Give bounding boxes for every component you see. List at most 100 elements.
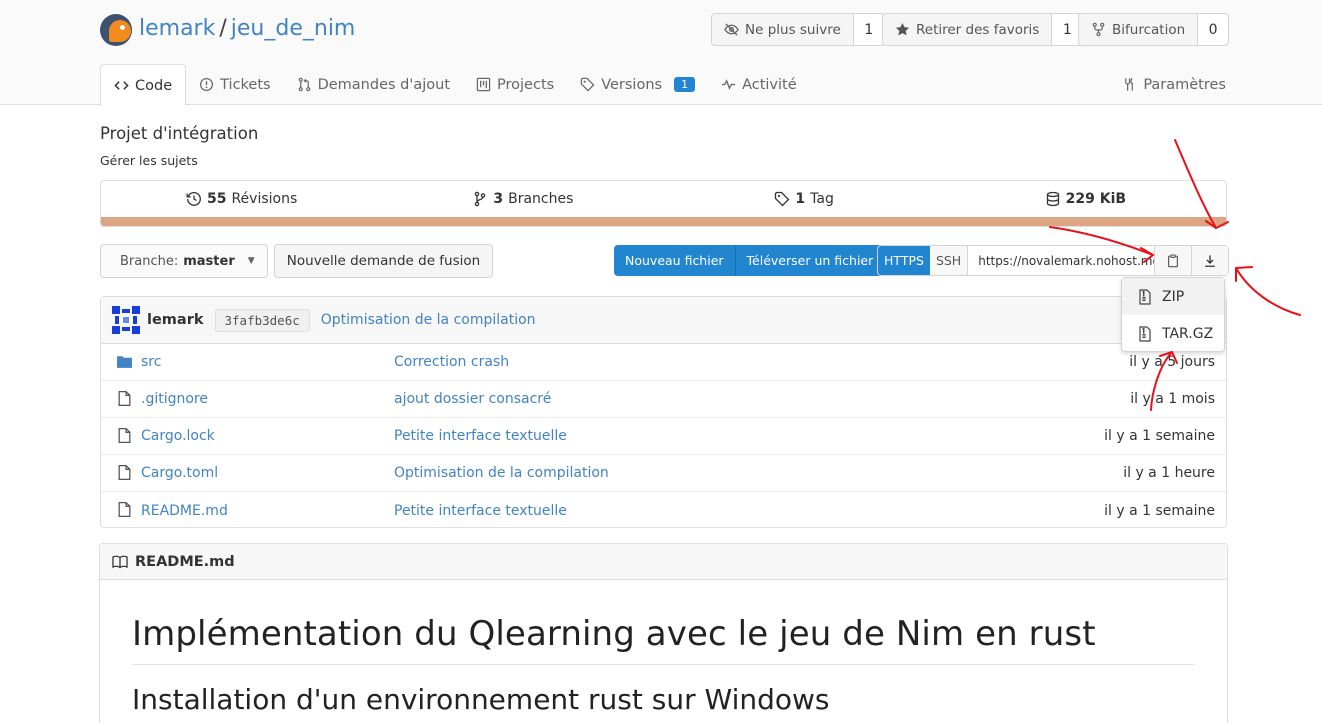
history-icon [186, 192, 201, 206]
tools-icon [1125, 77, 1134, 91]
file-name-link[interactable]: .gitignore [141, 391, 208, 407]
tab-code[interactable]: Code [100, 64, 187, 106]
folder-icon [117, 356, 132, 368]
file-commit-link[interactable]: Petite interface textuelle [394, 428, 567, 444]
issue-icon [200, 77, 214, 92]
table-row: .gitignore ajout dossier consacré il y a… [101, 381, 1226, 418]
fork-label: Bifurcation [1112, 21, 1186, 38]
file-actions: Nouveau fichier Téléverser un fichier [614, 245, 885, 276]
avatar[interactable] [112, 306, 140, 334]
download-icon [1205, 254, 1216, 267]
download-archive-button[interactable] [1191, 246, 1229, 275]
pull-request-icon [298, 77, 310, 92]
table-row: README.md Petite interface textuelle il … [101, 492, 1226, 529]
readme-panel: README.md Implémentation du Qlearning av… [99, 543, 1228, 723]
fork-count[interactable]: 0 [1198, 14, 1229, 45]
upload-file-button[interactable]: Téléverser un fichier [734, 245, 885, 276]
annotation-arrow-download [1235, 267, 1301, 316]
file-name-link[interactable]: Cargo.toml [141, 465, 218, 481]
language-bar[interactable] [101, 217, 1226, 226]
branch-icon [475, 191, 486, 207]
table-row: Cargo.lock Petite interface textuelle il… [101, 418, 1226, 455]
file-age: il y a 1 semaine [1104, 502, 1215, 519]
watch-button-group[interactable]: Ne plus suivre 1 [711, 13, 885, 46]
file-name-link[interactable]: Cargo.lock [141, 428, 215, 444]
book-icon [112, 555, 128, 568]
file-age: il y a 1 heure [1123, 465, 1215, 481]
latest-commit-row: lemark 3fafb3de6c Optimisation de la com… [101, 297, 1226, 344]
repo-title: lemark / jeu_de_nim [139, 16, 356, 41]
file-age: il y a 1 semaine [1104, 428, 1215, 444]
tab-versions[interactable]: Versions 1 [567, 64, 708, 105]
fork-button[interactable]: Bifurcation [1079, 14, 1199, 45]
file-icon [118, 464, 131, 481]
file-commit-link[interactable]: Optimisation de la compilation [394, 465, 609, 481]
download-dropdown-menu: ZIP TAR.GZ [1121, 277, 1225, 352]
tab-settings[interactable]: Paramètres [1122, 64, 1226, 105]
size-stat: 229 KiB [945, 191, 1226, 207]
download-targz-item[interactable]: TAR.GZ [1122, 315, 1224, 352]
fork-button-group[interactable]: Bifurcation 0 [1078, 13, 1230, 46]
repo-stats-bar: 55 Révisions 3 Branches 1 Tag 229 KiB [100, 180, 1227, 227]
branches-stat[interactable]: 3 Branches [382, 191, 663, 207]
file-zip-icon [1139, 325, 1151, 342]
commit-message[interactable]: Optimisation de la compilation [321, 312, 536, 328]
clone-url-input[interactable]: https://novalemark.nohost.me/gitea/lemar… [968, 246, 1154, 275]
file-age: il y a 1 mois [1130, 391, 1215, 407]
eye-slash-icon [724, 23, 739, 36]
download-zip-item[interactable]: ZIP [1122, 278, 1224, 315]
tags-stat[interactable]: 1 Tag [664, 191, 945, 207]
copy-url-button[interactable] [1154, 246, 1192, 275]
clone-panel: HTTPS SSH https://novalemark.nohost.me/g… [877, 245, 1230, 276]
star-button[interactable]: Retirer des favoris [883, 14, 1053, 45]
repo-tabs: Code Tickets Demandes d'ajout Projects V… [100, 64, 810, 106]
file-name-link[interactable]: README.md [141, 503, 228, 519]
file-commit-link[interactable]: ajout dossier consacré [394, 391, 551, 407]
star-icon [895, 22, 910, 36]
clipboard-icon [1168, 254, 1179, 267]
code-icon [114, 81, 129, 90]
commit-sha[interactable]: 3fafb3de6c [214, 308, 310, 332]
branch-selector[interactable]: Branche: master ▼ [100, 244, 268, 278]
https-button[interactable]: HTTPS [878, 246, 930, 275]
file-icon [118, 501, 131, 518]
ssh-button[interactable]: SSH [929, 246, 969, 275]
project-description: Gérer les sujets [100, 153, 198, 168]
tab-pull-requests[interactable]: Demandes d'ajout [284, 64, 463, 105]
caret-down-icon: ▼ [247, 256, 255, 266]
repo-owner-link[interactable]: lemark [139, 16, 215, 41]
file-zip-icon [1139, 288, 1151, 305]
commits-stat[interactable]: 55 Révisions [101, 191, 382, 207]
project-icon [476, 77, 491, 92]
tag-icon [775, 191, 790, 207]
versions-count-badge: 1 [674, 77, 696, 92]
star-label: Retirer des favoris [916, 21, 1040, 38]
readme-heading-2: Installation d'un environnement rust sur… [132, 683, 830, 716]
commit-author[interactable]: lemark [147, 312, 204, 328]
repo-name-link[interactable]: jeu_de_nim [231, 16, 356, 41]
readme-header: README.md [100, 544, 1227, 580]
tag-icon [580, 77, 595, 92]
tab-activity[interactable]: Activité [708, 64, 810, 105]
file-commit-link[interactable]: Correction crash [394, 354, 509, 370]
database-icon [1046, 191, 1059, 207]
readme-heading-1: Implémentation du Qlearning avec le jeu … [132, 614, 1195, 665]
new-pull-request-button[interactable]: Nouvelle demande de fusion [274, 244, 493, 278]
file-table: lemark 3fafb3de6c Optimisation de la com… [100, 296, 1227, 528]
file-age: il y a 5 jours [1129, 354, 1215, 370]
file-name-link[interactable]: src [141, 354, 161, 370]
watch-button[interactable]: Ne plus suivre [712, 14, 854, 45]
file-icon [118, 390, 131, 407]
tab-projects[interactable]: Projects [463, 64, 567, 105]
pulse-icon [722, 79, 736, 90]
fork-icon [1092, 22, 1105, 37]
repo-avatar[interactable] [100, 14, 132, 46]
table-row: src Correction crash il y a 5 jours [101, 344, 1226, 381]
file-commit-link[interactable]: Petite interface textuelle [394, 503, 567, 519]
table-row: Cargo.toml Optimisation de la compilatio… [101, 455, 1226, 492]
watch-count[interactable]: 1 [853, 14, 884, 45]
star-button-group[interactable]: Retirer des favoris 1 [882, 13, 1084, 46]
new-file-button[interactable]: Nouveau fichier [614, 245, 735, 276]
tab-tickets[interactable]: Tickets [186, 64, 283, 105]
current-branch: master [183, 253, 235, 269]
